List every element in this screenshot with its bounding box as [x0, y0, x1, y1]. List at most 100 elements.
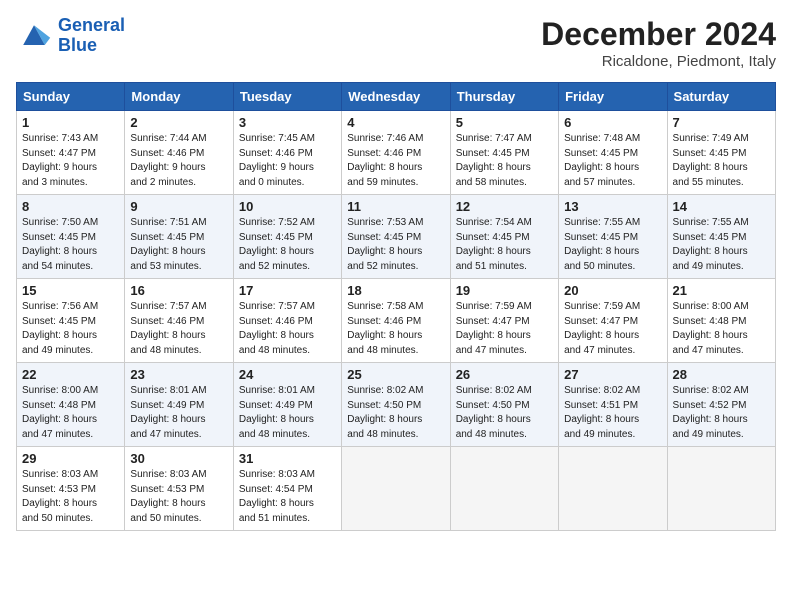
day-detail: Sunrise: 8:00 AMSunset: 4:48 PMDaylight:…: [673, 300, 770, 358]
page-title: December 2024: [541, 16, 776, 53]
day-number: 10: [239, 199, 336, 214]
calendar-cell: 18Sunrise: 7:58 AMSunset: 4:46 PMDayligh…: [342, 279, 450, 363]
day-detail: Sunrise: 8:02 AMSunset: 4:50 PMDaylight:…: [347, 384, 444, 442]
day-detail: Sunrise: 7:57 AMSunset: 4:46 PMDaylight:…: [130, 300, 227, 358]
day-detail: Sunrise: 7:44 AMSunset: 4:46 PMDaylight:…: [130, 132, 227, 190]
calendar-cell: 14 Sunrise: 7:55 AMSunset: 4:45 PMDayligh…: [667, 195, 775, 279]
calendar-cell: 2Sunrise: 7:44 AMSunset: 4:46 PMDaylight…: [125, 111, 233, 195]
calendar-cell: 10 Sunrise: 7:52 AMSunset: 4:45 PMDayligh…: [233, 195, 341, 279]
day-detail: Sunrise: 7:52 AMSunset: 4:45 PMDaylight:…: [239, 216, 336, 274]
day-number: 7: [673, 115, 770, 130]
logo-icon: [16, 18, 52, 54]
logo-text: General Blue: [58, 16, 125, 56]
calendar-cell: [450, 447, 558, 531]
calendar-cell: 22 Sunrise: 8:00 AMSunset: 4:48 PMDayligh…: [17, 363, 125, 447]
calendar-cell: 31 Sunrise: 8:03 AMSunset: 4:54 PMDayligh…: [233, 447, 341, 531]
calendar-cell: 20Sunrise: 7:59 AMSunset: 4:47 PMDayligh…: [559, 279, 667, 363]
day-detail: Sunrise: 7:45 AMSunset: 4:46 PMDaylight:…: [239, 132, 336, 190]
day-detail: Sunrise: 7:54 AMSunset: 4:45 PMDaylight:…: [456, 216, 553, 274]
calendar-cell: 13Sunrise: 7:55 AMSunset: 4:45 PMDayligh…: [559, 195, 667, 279]
calendar-cell: 9 Sunrise: 7:51 AMSunset: 4:45 PMDaylight…: [125, 195, 233, 279]
week-row-1: 1 Sunrise: 7:43 AMSunset: 4:47 PMDaylight…: [17, 111, 776, 195]
week-row-5: 29 Sunrise: 8:03 AMSunset: 4:53 PMDayligh…: [17, 447, 776, 531]
col-header-friday: Friday: [559, 83, 667, 111]
day-number: 23: [130, 367, 227, 382]
day-number: 11: [347, 199, 444, 214]
day-number: 25: [347, 367, 444, 382]
calendar-cell: 19Sunrise: 7:59 AMSunset: 4:47 PMDayligh…: [450, 279, 558, 363]
calendar-cell: 1 Sunrise: 7:43 AMSunset: 4:47 PMDaylight…: [17, 111, 125, 195]
calendar-cell: 15 Sunrise: 7:56 AMSunset: 4:45 PMDayligh…: [17, 279, 125, 363]
calendar-cell: 21 Sunrise: 8:00 AMSunset: 4:48 PMDayligh…: [667, 279, 775, 363]
day-number: 27: [564, 367, 661, 382]
day-number: 14: [673, 199, 770, 214]
calendar-cell: 6 Sunrise: 7:48 AMSunset: 4:45 PMDaylight…: [559, 111, 667, 195]
day-number: 21: [673, 283, 770, 298]
calendar-cell: 25 Sunrise: 8:02 AMSunset: 4:50 PMDayligh…: [342, 363, 450, 447]
calendar-cell: 26Sunrise: 8:02 AMSunset: 4:50 PMDayligh…: [450, 363, 558, 447]
col-header-sunday: Sunday: [17, 83, 125, 111]
calendar-cell: [559, 447, 667, 531]
day-detail: Sunrise: 8:03 AMSunset: 4:53 PMDaylight:…: [130, 468, 227, 526]
day-number: 31: [239, 451, 336, 466]
day-detail: Sunrise: 7:46 AMSunset: 4:46 PMDaylight:…: [347, 132, 444, 190]
day-detail: Sunrise: 8:02 AMSunset: 4:51 PMDaylight:…: [564, 384, 661, 442]
calendar-header-row: SundayMondayTuesdayWednesdayThursdayFrid…: [17, 83, 776, 111]
day-number: 15: [22, 283, 119, 298]
day-detail: Sunrise: 7:43 AMSunset: 4:47 PMDaylight:…: [22, 132, 119, 190]
calendar-cell: 28Sunrise: 8:02 AMSunset: 4:52 PMDayligh…: [667, 363, 775, 447]
col-header-saturday: Saturday: [667, 83, 775, 111]
calendar-cell: 29 Sunrise: 8:03 AMSunset: 4:53 PMDayligh…: [17, 447, 125, 531]
day-number: 28: [673, 367, 770, 382]
calendar-cell: 12 Sunrise: 7:54 AMSunset: 4:45 PMDayligh…: [450, 195, 558, 279]
day-detail: Sunrise: 7:49 AMSunset: 4:45 PMDaylight:…: [673, 132, 770, 190]
day-number: 1: [22, 115, 119, 130]
logo-line1: General: [58, 15, 125, 35]
col-header-wednesday: Wednesday: [342, 83, 450, 111]
day-number: 30: [130, 451, 227, 466]
page-subtitle: Ricaldone, Piedmont, Italy: [541, 53, 776, 70]
week-row-4: 22 Sunrise: 8:00 AMSunset: 4:48 PMDayligh…: [17, 363, 776, 447]
col-header-tuesday: Tuesday: [233, 83, 341, 111]
day-detail: Sunrise: 7:55 AMSunset: 4:45 PMDaylight:…: [564, 216, 661, 274]
day-number: 18: [347, 283, 444, 298]
day-number: 12: [456, 199, 553, 214]
col-header-thursday: Thursday: [450, 83, 558, 111]
calendar-cell: 27 Sunrise: 8:02 AMSunset: 4:51 PMDayligh…: [559, 363, 667, 447]
calendar-table: SundayMondayTuesdayWednesdayThursdayFrid…: [16, 82, 776, 531]
day-detail: Sunrise: 7:48 AMSunset: 4:45 PMDaylight:…: [564, 132, 661, 190]
day-detail: Sunrise: 7:51 AMSunset: 4:45 PMDaylight:…: [130, 216, 227, 274]
day-detail: Sunrise: 7:57 AMSunset: 4:46 PMDaylight:…: [239, 300, 336, 358]
day-number: 29: [22, 451, 119, 466]
day-number: 22: [22, 367, 119, 382]
calendar-cell: 7 Sunrise: 7:49 AMSunset: 4:45 PMDaylight…: [667, 111, 775, 195]
day-number: 4: [347, 115, 444, 130]
day-detail: Sunrise: 7:53 AMSunset: 4:45 PMDaylight:…: [347, 216, 444, 274]
day-detail: Sunrise: 7:59 AMSunset: 4:47 PMDaylight:…: [456, 300, 553, 358]
day-detail: Sunrise: 7:56 AMSunset: 4:45 PMDaylight:…: [22, 300, 119, 358]
day-detail: Sunrise: 8:01 AMSunset: 4:49 PMDaylight:…: [130, 384, 227, 442]
day-detail: Sunrise: 8:03 AMSunset: 4:53 PMDaylight:…: [22, 468, 119, 526]
day-number: 9: [130, 199, 227, 214]
day-number: 6: [564, 115, 661, 130]
day-number: 8: [22, 199, 119, 214]
week-row-3: 15 Sunrise: 7:56 AMSunset: 4:45 PMDayligh…: [17, 279, 776, 363]
day-number: 17: [239, 283, 336, 298]
day-detail: Sunrise: 8:00 AMSunset: 4:48 PMDaylight:…: [22, 384, 119, 442]
day-number: 24: [239, 367, 336, 382]
title-block: December 2024 Ricaldone, Piedmont, Italy: [541, 16, 776, 70]
calendar-cell: 16 Sunrise: 7:57 AMSunset: 4:46 PMDayligh…: [125, 279, 233, 363]
day-detail: Sunrise: 7:55 AMSunset: 4:45 PMDaylight:…: [673, 216, 770, 274]
col-header-monday: Monday: [125, 83, 233, 111]
calendar-cell: 3 Sunrise: 7:45 AMSunset: 4:46 PMDaylight…: [233, 111, 341, 195]
calendar-cell: [342, 447, 450, 531]
calendar-cell: 23 Sunrise: 8:01 AMSunset: 4:49 PMDayligh…: [125, 363, 233, 447]
day-detail: Sunrise: 8:03 AMSunset: 4:54 PMDaylight:…: [239, 468, 336, 526]
day-number: 5: [456, 115, 553, 130]
calendar-cell: 11 Sunrise: 7:53 AMSunset: 4:45 PMDayligh…: [342, 195, 450, 279]
calendar-cell: 24Sunrise: 8:01 AMSunset: 4:49 PMDayligh…: [233, 363, 341, 447]
day-detail: Sunrise: 7:47 AMSunset: 4:45 PMDaylight:…: [456, 132, 553, 190]
day-number: 3: [239, 115, 336, 130]
day-number: 16: [130, 283, 227, 298]
calendar-cell: 17 Sunrise: 7:57 AMSunset: 4:46 PMDayligh…: [233, 279, 341, 363]
